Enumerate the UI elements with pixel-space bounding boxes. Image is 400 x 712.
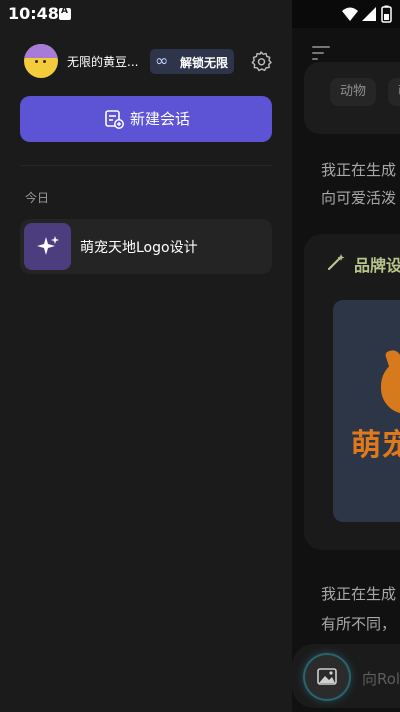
menu-icon[interactable]: [312, 44, 334, 62]
status-bar: 10:48: [0, 0, 292, 28]
message-text: 我正在生成: [321, 585, 397, 603]
tag-chip[interactable]: 萌: [388, 78, 400, 106]
infinity-icon: ∞: [155, 51, 169, 70]
message-text: 有所不同，: [321, 615, 397, 633]
message-text: 我正在生成: [321, 161, 397, 179]
conversation-item[interactable]: 萌宠天地Logo设计: [20, 219, 272, 274]
message-input-placeholder: 向Role: [362, 670, 400, 688]
notification-icon: [59, 6, 71, 20]
gear-icon[interactable]: [250, 50, 272, 72]
wifi-icon: [342, 7, 358, 21]
card-title: 品牌设: [354, 256, 400, 275]
message-text: 向可爱活泼: [321, 189, 397, 207]
pet-face-graphic: [381, 358, 400, 414]
system-status-icons: [342, 5, 392, 23]
magic-wand-icon: [327, 254, 345, 271]
new-chat-icon: [105, 110, 124, 129]
unlock-unlimited-button[interactable]: ∞ 解锁无限: [150, 49, 234, 74]
sparkle-icon: [37, 236, 59, 255]
image-upload-button[interactable]: [305, 655, 349, 699]
username[interactable]: 无限的黄豆...: [67, 53, 138, 70]
conversation-title: 萌宠天地Logo设计: [80, 240, 198, 256]
conversation-thumbnail: [24, 223, 71, 270]
image-icon: [317, 668, 337, 685]
new-chat-button[interactable]: 新建会话: [20, 96, 272, 142]
divider: [20, 165, 272, 166]
profile-row: 无限的黄豆... ∞ 解锁无限: [22, 44, 274, 80]
unlock-label: 解锁无限: [180, 56, 229, 70]
signal-icon: [362, 7, 376, 21]
side-drawer: 10:48 无限的黄豆... ∞ 解锁无限 新建会话 今日: [0, 0, 292, 712]
tag-chip[interactable]: 动物: [330, 78, 377, 106]
new-chat-label: 新建会话: [130, 110, 191, 128]
generated-logo-image[interactable]: 萌宠: [333, 300, 400, 522]
status-time: 10:48: [8, 4, 59, 23]
logo-text: 萌宠: [351, 428, 400, 463]
avatar[interactable]: [24, 44, 58, 78]
history-section-label: 今日: [25, 191, 50, 205]
